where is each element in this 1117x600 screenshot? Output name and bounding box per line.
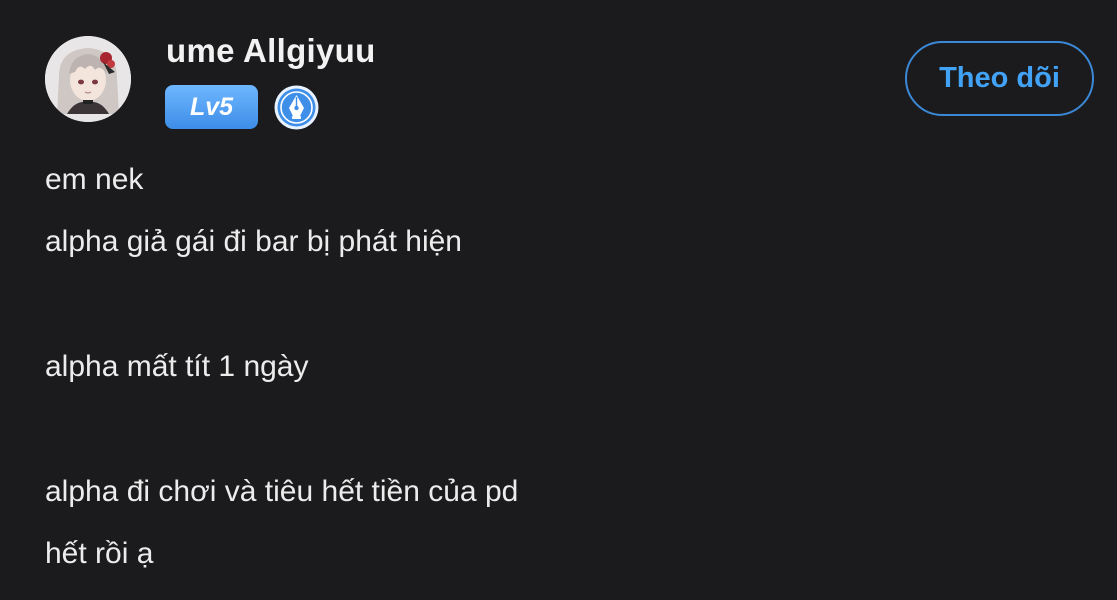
post-line: alpha giả gái đi bar bị phát hiện	[45, 225, 462, 258]
post-line: hết rồi ạ	[45, 537, 154, 570]
level-badge: Lv5	[165, 85, 258, 129]
post-line: alpha đi chơi và tiêu hết tiền của pd	[45, 475, 519, 508]
follow-button[interactable]: Theo dõi	[905, 41, 1094, 116]
pen-nib-icon	[273, 84, 320, 131]
post-line: alpha mất tít 1 ngày	[45, 350, 309, 383]
author-name[interactable]: ume Allgiyuu	[166, 32, 376, 70]
avatar[interactable]	[45, 36, 131, 122]
post-line: em nek	[45, 163, 144, 196]
